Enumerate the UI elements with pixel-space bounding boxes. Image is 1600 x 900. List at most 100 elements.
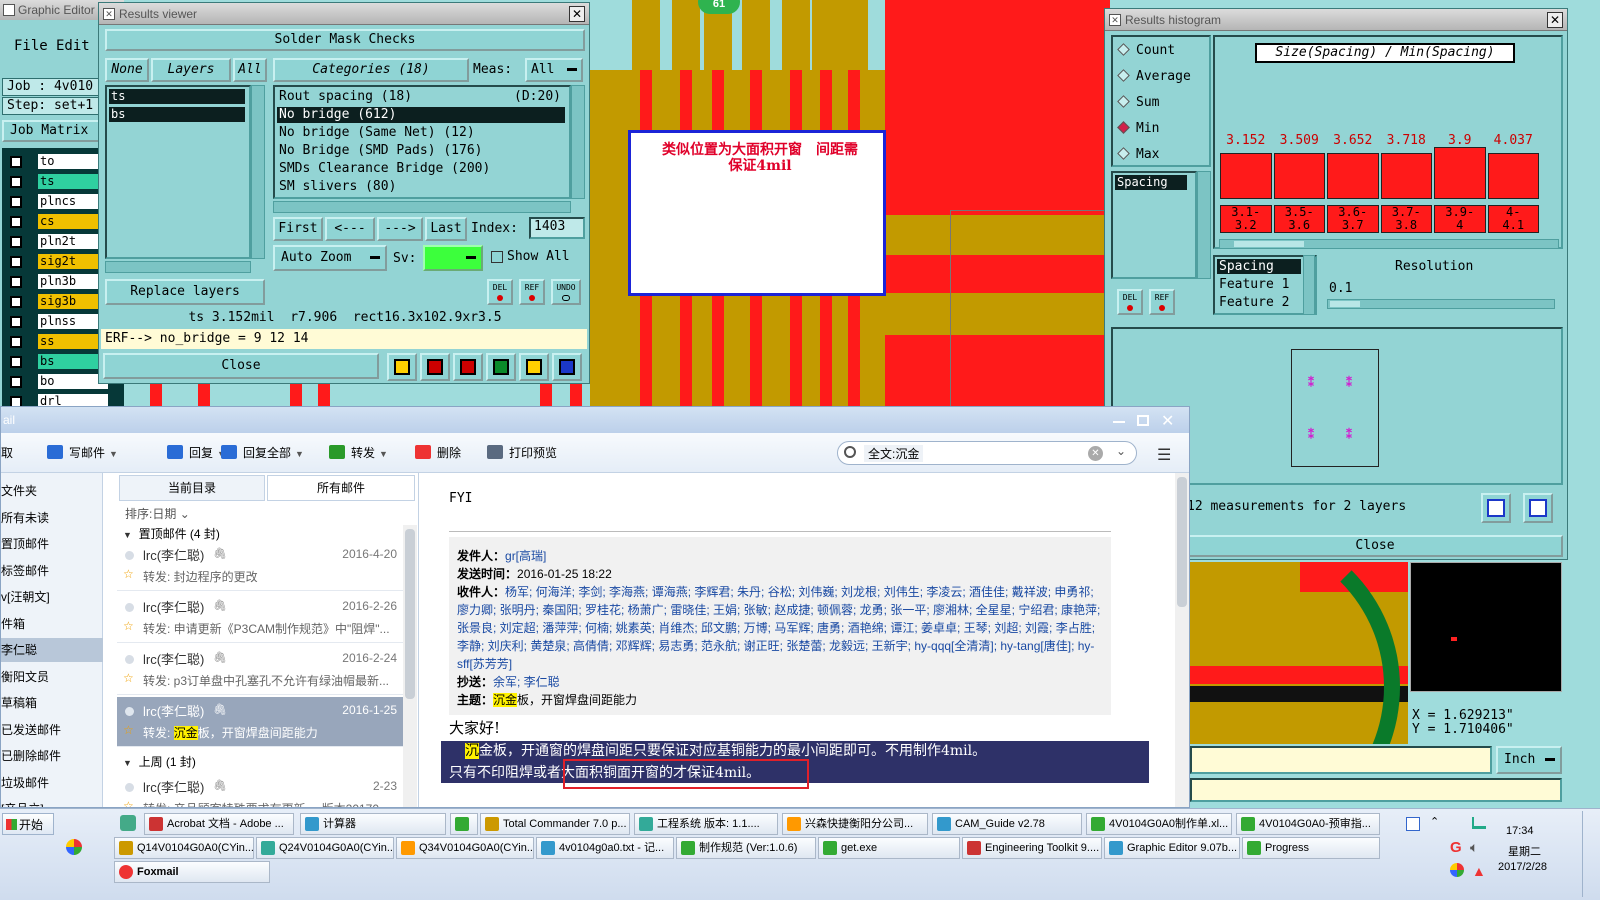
folder-item[interactable]: 垃圾邮件 [1,771,103,795]
message-row[interactable]: lrc(李仁聪) 🖇︎ 2016-2-24 ☆ 转发: p3订单盘中孔塞孔不允许有绿油帽… [117,645,403,695]
folder-item[interactable]: 李仁聪 [1,638,103,662]
taskbar-item[interactable]: 工程系统 版本: 1.1.... [634,813,778,835]
nav-prev-button[interactable]: <--- [325,217,375,241]
taskbar-item[interactable]: Graphic Editor 9.07b... [1104,837,1240,859]
taskbar-item[interactable]: get.exe [818,837,960,859]
cad-zoom-view[interactable] [1190,562,1408,744]
layer-result-list[interactable]: ts bs [105,85,251,259]
taskbar-item[interactable]: Progress [1242,837,1380,859]
folder-item[interactable]: 衡阳文员 [1,665,103,689]
taskbar-item[interactable]: 4v0104g0a0.txt - 记... [536,837,674,859]
layer-checkbox[interactable] [10,176,22,188]
check-header-button[interactable]: Solder Mask Checks [105,29,585,51]
category-scrollbar[interactable] [571,85,585,199]
folder-item[interactable]: 文件夹 [1,479,103,503]
replace-layers-button[interactable]: Replace layers [105,279,265,305]
clear-search-icon[interactable]: ✕ [1088,446,1103,461]
option-count[interactable]: Count [1117,43,1175,58]
show-desktop-button[interactable] [1582,811,1596,897]
histogram-bar[interactable] [1434,147,1486,199]
show-all-checkbox[interactable] [491,251,503,263]
chevron-down-icon[interactable]: ⌄ [1116,444,1126,458]
layer-checkbox[interactable] [10,256,22,268]
start-button[interactable]: 开始 [2,813,54,835]
toolbar-button-4[interactable]: 转发 ▼ [327,441,388,465]
option-max[interactable]: Max [1117,147,1159,162]
taskbar-item[interactable]: Q24V0104G0A0(CYin... [256,837,394,859]
layer-checkbox[interactable] [10,236,22,248]
menu-file[interactable]: File [14,38,48,54]
taskbar-item[interactable]: Q34V0104G0A0(CYin... [396,837,534,859]
layer-checkbox[interactable] [10,156,22,168]
index-input[interactable]: 1403 [529,217,585,239]
taskbar-item[interactable] [450,813,478,835]
category-row[interactable]: Rout spacing (18) (D:20) [277,89,565,105]
taskbar-item[interactable]: CAM_Guide v2.78 [932,813,1082,835]
tray-icon[interactable] [1450,863,1464,877]
toolbar-button-1[interactable]: 写邮件 ▼ [45,441,118,465]
network-icon[interactable] [1472,817,1486,829]
close-icon[interactable]: ✕ [569,6,585,22]
category-row[interactable]: SMDs Clearance Bridge (200) [277,161,565,177]
toolbar-button-6[interactable]: 打印预览 [485,441,557,465]
layer-checkbox[interactable] [10,376,22,388]
spacing-list-scrollbar[interactable] [1197,171,1211,279]
clock-time[interactable]: 17:34 [1506,825,1534,837]
cc-value[interactable]: 余军; 李仁聪 [493,675,560,689]
toolbar-button-5[interactable]: 删除 [413,441,461,465]
folder-item[interactable]: v[汪朝文] [1,585,103,609]
taskbar-item-foxmail[interactable]: Foxmail [114,861,270,883]
refresh-button[interactable] [486,353,516,381]
search-box[interactable]: 全文:沉金 ✕ ⌄ [837,441,1137,465]
folder-item[interactable]: 所有未读 [1,506,103,530]
toolbar-button-3[interactable]: 回复全部 ▼ [219,441,304,465]
reading-scroll-thumb[interactable] [1177,477,1187,607]
layers-all-button[interactable]: All [233,58,267,82]
resolution-slider-thumb[interactable] [1330,301,1360,307]
feature-list-scrollbar[interactable] [1303,255,1315,315]
star-icon[interactable]: ☆ [123,799,134,807]
category-hscrollbar[interactable] [273,201,571,213]
sort-dropdown[interactable]: 排序:日期 ⌄ [125,505,190,522]
volume-icon[interactable]: 🔈︎ [1470,839,1478,856]
option-sum[interactable]: Sum [1117,95,1159,110]
histogram-bar[interactable] [1487,153,1539,199]
category-row[interactable]: No bridge (612) [277,107,565,123]
layer-checkbox[interactable] [10,296,22,308]
tab-current-folder[interactable]: 当前目录 [119,475,265,501]
taskbar-item[interactable]: Acrobat 文档 - Adobe ... [144,813,294,835]
cross-button[interactable] [453,353,483,381]
histogram-bar[interactable] [1220,153,1272,199]
layers-button[interactable]: Layers [151,58,231,82]
nav-next-button[interactable]: ---> [377,217,423,241]
histogram-bar[interactable] [1273,153,1325,199]
star-icon[interactable]: ☆ [123,671,134,685]
feature-list[interactable]: Spacing Feature 1 Feature 2 [1213,255,1317,315]
group-lastweek[interactable]: ▼ 上周 (1 封) [123,753,196,770]
option-average[interactable]: Average [1117,69,1191,84]
layer-red-button[interactable] [420,353,450,381]
close-button[interactable]: Close [103,353,379,379]
taskbar-item[interactable]: Total Commander 7.0 p... [480,813,630,835]
folder-item[interactable]: 标签邮件 [1,559,103,583]
hist-tool-button-2[interactable] [1523,493,1553,523]
hist-tool-button-1[interactable] [1481,493,1511,523]
to-value[interactable]: 杨军; 何海洋; 李剑; 李海燕; 谭海燕; 李辉君; 朱丹; 谷松; 刘伟巍;… [457,585,1100,671]
tab-all-mail[interactable]: 所有邮件 [267,475,415,501]
group-pinned[interactable]: ▼ 置顶邮件 (4 封) [123,525,220,542]
star-icon[interactable]: ☆ [123,567,134,581]
category-row[interactable]: No bridge (Same Net) (12) [277,125,565,141]
taskbar-item[interactable]: 4V0104G0A0制作单.xl... [1086,813,1232,835]
command-input[interactable] [1190,746,1492,774]
maximize-icon[interactable] [1137,415,1149,426]
feature-list-feature1[interactable]: Feature 1 [1217,277,1289,292]
sv-color-dropdown[interactable] [423,245,483,271]
folder-item[interactable]: 置顶邮件 [1,532,103,556]
layer-checkbox[interactable] [10,356,22,368]
message-row[interactable]: lrc(李仁聪) 🖇︎ 2016-4-20 ☆ 转发: 封边程序的更改 [117,541,403,591]
tray-icon[interactable]: ▲ [1472,863,1486,879]
layer-checkbox[interactable] [10,216,22,228]
quick-launch-icon[interactable] [66,839,82,855]
resolution-slider[interactable] [1327,299,1555,309]
menu-edit[interactable]: Edit [56,38,90,54]
